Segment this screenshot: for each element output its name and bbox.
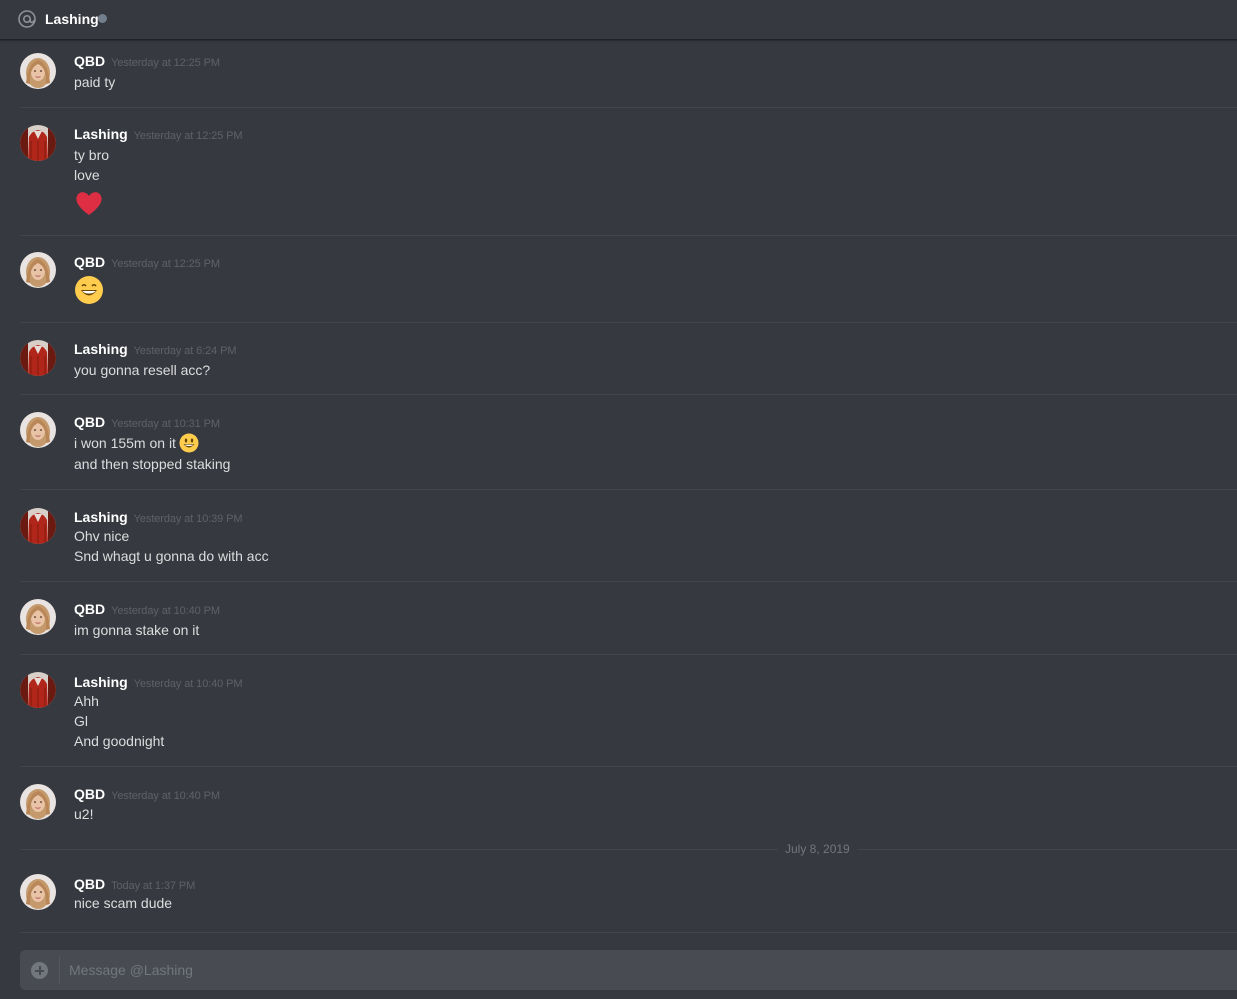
message-text: you gonna resell acc? — [74, 362, 211, 378]
message-group: QBD Yesterday at 10:40 PM u2! — [20, 767, 1237, 849]
dm-window: Lashing QBD Yesterday at 12:25 PM paid ty… — [0, 0, 1237, 999]
timestamp: Yesterday at 10:31 PM — [111, 418, 220, 430]
channel-header: Lashing — [0, 0, 1237, 40]
timestamp: Yesterday at 12:25 PM — [111, 258, 220, 270]
message-group: QBD Yesterday at 10:40 PM im gonna stake … — [20, 582, 1237, 655]
timestamp: Yesterday at 12:25 PM — [133, 130, 243, 142]
message-text: Ohv nice — [74, 528, 130, 544]
date-divider — [20, 849, 1237, 850]
message-text: Gl — [74, 713, 88, 729]
username[interactable]: Lashing — [74, 509, 128, 525]
avatar[interactable] — [20, 53, 56, 89]
message-group: QBD Yesterday at 12:25 PM paid ty — [20, 41, 1237, 108]
username[interactable]: Lashing — [74, 341, 128, 357]
message-text: ty bro — [74, 147, 110, 163]
message-group: QBD Yesterday at 10:31 PM i won 155m on i… — [20, 395, 1237, 490]
username[interactable]: Lashing — [74, 126, 128, 142]
username[interactable]: QBD — [74, 53, 105, 69]
message-group: Lashing Yesterday at 10:39 PM Ohv nice Sn… — [20, 490, 1237, 582]
smiley-emoji — [179, 433, 199, 453]
message-text: Snd whagt u gonna do with acc — [74, 548, 269, 564]
at-icon — [18, 10, 36, 28]
username[interactable]: QBD — [74, 601, 105, 617]
avatar[interactable] — [20, 672, 56, 708]
grinning-emoji — [75, 276, 103, 304]
username[interactable]: Lashing — [74, 674, 128, 690]
timestamp: Yesterday at 10:39 PM — [133, 513, 243, 525]
heart-emoji — [76, 192, 102, 215]
message-group: Lashing Yesterday at 10:40 PM Ahh Gl And … — [20, 655, 1237, 767]
upload-plus-icon[interactable] — [31, 962, 48, 979]
timestamp: Yesterday at 10:40 PM — [133, 678, 243, 690]
message-text: i won 155m on it — [74, 435, 176, 451]
message-input[interactable] — [69, 950, 1219, 990]
message-text: love — [74, 167, 100, 183]
channel-title: Lashing — [45, 11, 99, 27]
message-group: Lashing Yesterday at 6:24 PM you gonna re… — [20, 323, 1237, 395]
message-text: nice scam dude — [74, 895, 173, 911]
avatar[interactable] — [20, 125, 56, 161]
username[interactable]: QBD — [74, 414, 105, 430]
message-composer — [20, 950, 1237, 990]
avatar[interactable] — [20, 340, 56, 376]
avatar[interactable] — [20, 252, 56, 288]
username[interactable]: QBD — [74, 876, 105, 892]
username[interactable]: QBD — [74, 786, 105, 802]
message-text: u2! — [74, 806, 94, 822]
message-group: Lashing Yesterday at 12:25 PM ty bro love — [20, 108, 1237, 236]
message-group: QBD Yesterday at 12:25 PM — [20, 236, 1237, 323]
date-divider-label: July 8, 2019 — [778, 842, 857, 856]
timestamp: Yesterday at 10:40 PM — [111, 790, 220, 802]
message-text: And goodnight — [74, 733, 165, 749]
timestamp: Yesterday at 6:24 PM — [133, 345, 237, 357]
message-text: and then stopped staking — [74, 456, 231, 472]
avatar[interactable] — [20, 874, 56, 910]
timestamp: Yesterday at 12:25 PM — [111, 57, 220, 69]
message-text: Ahh — [74, 693, 99, 709]
message-group: QBD Today at 1:37 PM nice scam dude — [20, 861, 1237, 933]
timestamp: Today at 1:37 PM — [111, 880, 196, 892]
composer-separator — [59, 956, 60, 984]
avatar[interactable] — [20, 508, 56, 544]
status-indicator — [98, 14, 107, 23]
timestamp: Yesterday at 10:40 PM — [111, 605, 220, 617]
message-text: im gonna stake on it — [74, 622, 200, 638]
avatar[interactable] — [20, 412, 56, 448]
avatar[interactable] — [20, 599, 56, 635]
avatar[interactable] — [20, 784, 56, 820]
username[interactable]: QBD — [74, 254, 105, 270]
message-list[interactable]: QBD Yesterday at 12:25 PM paid ty Lashing… — [20, 41, 1237, 933]
message-text: paid ty — [74, 74, 116, 90]
